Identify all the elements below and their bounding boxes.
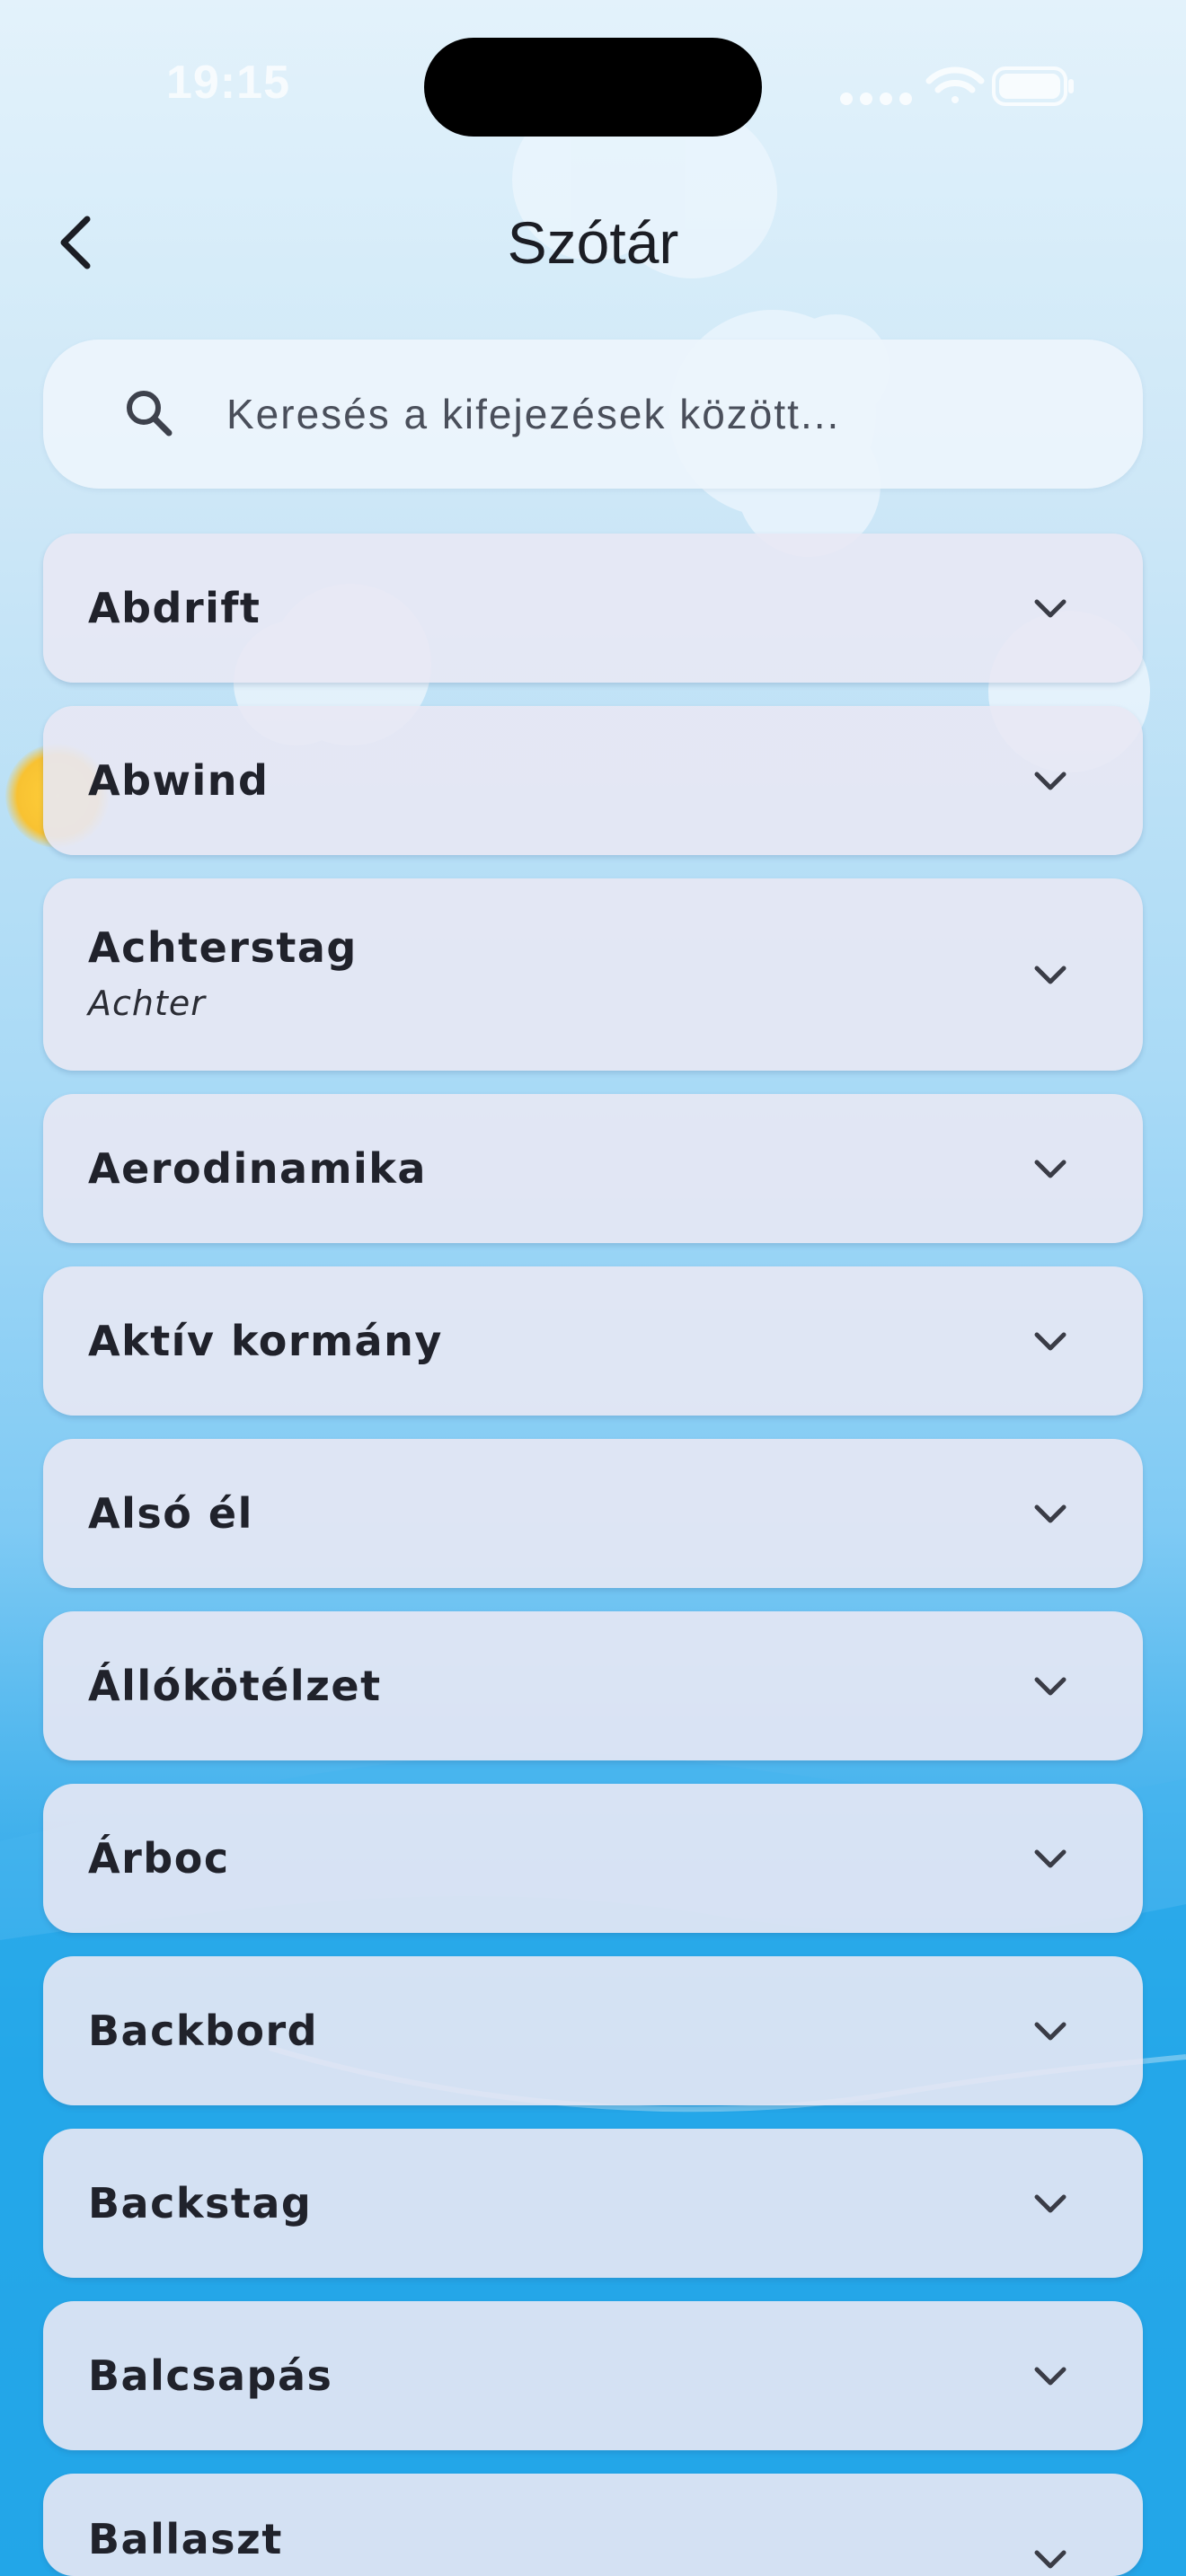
chevron-down-icon[interactable] bbox=[1030, 1320, 1071, 1362]
chevron-down-icon[interactable] bbox=[1030, 2355, 1071, 2396]
list-item[interactable]: Alsó él bbox=[43, 1439, 1143, 1588]
term-title: Balcsapás bbox=[88, 2351, 333, 2400]
status-icons bbox=[840, 66, 1074, 106]
back-button[interactable] bbox=[36, 202, 117, 283]
term-title: Backstag bbox=[88, 2179, 313, 2228]
chevron-down-icon[interactable] bbox=[1030, 1493, 1071, 1534]
list-item[interactable]: Árboc bbox=[43, 1784, 1143, 1933]
list-item[interactable]: Abdrift bbox=[43, 534, 1143, 683]
list-item[interactable]: Achterstag Achter bbox=[43, 878, 1143, 1071]
list-item[interactable]: Ballaszt bbox=[43, 2474, 1143, 2576]
term-title: Abdrift bbox=[88, 584, 261, 632]
signal-icon bbox=[840, 93, 912, 105]
list-item[interactable]: Balcsapás bbox=[43, 2301, 1143, 2450]
term-title: Aerodinamika bbox=[88, 1144, 427, 1193]
term-title: Ballaszt bbox=[88, 2515, 283, 2563]
chevron-down-icon[interactable] bbox=[1030, 587, 1071, 629]
chevron-down-icon[interactable] bbox=[1030, 760, 1071, 801]
list-item[interactable]: Aktív kormány bbox=[43, 1266, 1143, 1416]
chevron-left-icon bbox=[60, 216, 91, 269]
chevron-down-icon[interactable] bbox=[1030, 1148, 1071, 1189]
term-title: Alsó él bbox=[88, 1489, 253, 1538]
wifi-icon bbox=[925, 66, 985, 103]
page-title: Szótár bbox=[507, 209, 679, 276]
search-input[interactable] bbox=[183, 366, 1134, 462]
chevron-down-icon[interactable] bbox=[1030, 2010, 1071, 2051]
list-item[interactable]: Abwind bbox=[43, 706, 1143, 855]
search-icon bbox=[127, 391, 173, 437]
dynamic-island bbox=[424, 38, 762, 137]
term-title: Árboc bbox=[88, 1834, 230, 1883]
term-title: Állókötélzet bbox=[88, 1662, 382, 1710]
search-bar[interactable] bbox=[43, 340, 1143, 489]
list-item[interactable]: Állókötélzet bbox=[43, 1611, 1143, 1760]
term-title: Abwind bbox=[88, 756, 270, 805]
term-title: Aktív kormány bbox=[88, 1317, 443, 1365]
chevron-down-icon[interactable] bbox=[1030, 954, 1071, 995]
term-title: Achterstag bbox=[88, 923, 358, 972]
chevron-down-icon[interactable] bbox=[1030, 1665, 1071, 1707]
status-time: 19:15 bbox=[166, 57, 290, 109]
chevron-down-icon[interactable] bbox=[1030, 2183, 1071, 2224]
term-title: Backbord bbox=[88, 2007, 319, 2055]
list-item[interactable]: Backstag bbox=[43, 2129, 1143, 2278]
list-item[interactable]: Backbord bbox=[43, 1956, 1143, 2105]
status-bar: 19:15 bbox=[0, 0, 1186, 171]
chevron-down-icon[interactable] bbox=[1030, 1838, 1071, 1879]
navigation-bar: Szótár bbox=[0, 180, 1186, 305]
term-subtitle: Achter bbox=[88, 984, 206, 1023]
list-item[interactable]: Aerodinamika bbox=[43, 1094, 1143, 1243]
chevron-down-icon[interactable] bbox=[1030, 2538, 1071, 2576]
battery-icon bbox=[992, 66, 1074, 106]
